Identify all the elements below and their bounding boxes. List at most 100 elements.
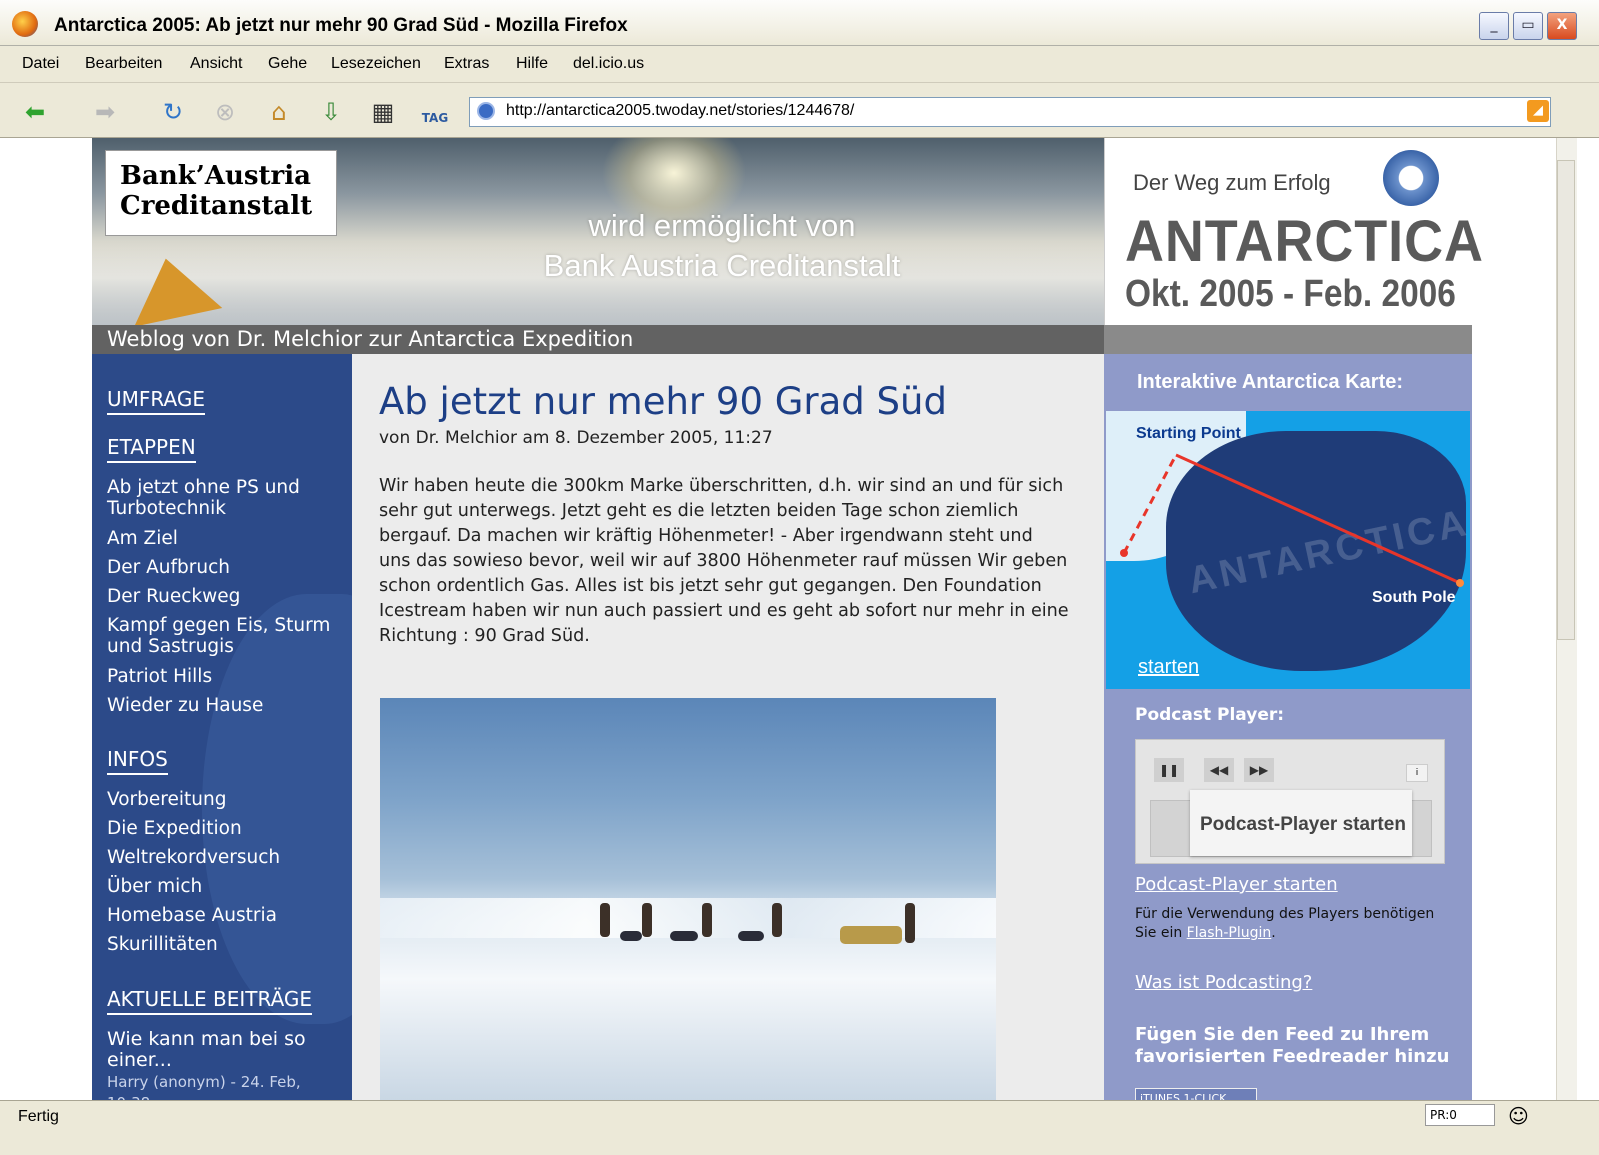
nav-item-weltrekord[interactable]: Weltrekordversuch: [107, 847, 347, 868]
rss-feed-icon[interactable]: ◢: [1527, 100, 1549, 122]
expedition-title: ANTARCTICA: [1125, 209, 1484, 274]
map-heading: Interaktive Antarctica Karte:: [1137, 371, 1404, 393]
player-start-button[interactable]: Podcast-Player starten: [1190, 790, 1412, 856]
podcast-heading: Podcast Player:: [1135, 705, 1285, 725]
recent-post-meta: Harry (anonym) - 24. Feb, 10:38: [107, 1073, 301, 1100]
right-sidebar: Interaktive Antarctica Karte: ANTARCTICA…: [1104, 354, 1472, 1100]
nav-item-kampf[interactable]: Kampf gegen Eis, Sturm und Sastrugis: [107, 615, 347, 657]
nav-heading-infos[interactable]: INFOS: [107, 747, 168, 775]
logo-line-1: Bank’Austria: [120, 161, 311, 191]
nav-item-rueckweg[interactable]: Der Rueckweg: [107, 586, 347, 607]
sponsor-text: wird ermöglicht von Bank Austria Credita…: [512, 206, 932, 286]
main-content: Ab jetzt nur mehr 90 Grad Süd von Dr. Me…: [352, 354, 1104, 1100]
nav-item-expedition[interactable]: Die Expedition: [107, 818, 347, 839]
nav-item-ohne-ps[interactable]: Ab jetzt ohne PS und Turbotechnik: [107, 477, 347, 519]
post-title[interactable]: Ab jetzt nur mehr 90 Grad Süd: [379, 380, 947, 423]
expedition-dates: Okt. 2005 - Feb. 2006: [1125, 273, 1456, 315]
map-south-pole: South Pole: [1372, 589, 1456, 606]
left-sidebar: UMFRAGE ETAPPEN Ab jetzt ohne PS und Tur…: [92, 354, 352, 1100]
menu-bar: Datei Bearbeiten Ansicht Gehe Lesezeiche…: [0, 46, 1599, 83]
map-start-link[interactable]: starten: [1138, 656, 1199, 679]
tag-icon[interactable]: TAG: [418, 101, 452, 135]
nav-heading-aktuelle[interactable]: AKTUELLE BEITRÄGE: [107, 987, 313, 1015]
expedition-emblem-icon: [1383, 150, 1439, 206]
podcast-note-text: Für die Verwendung des Players benötigen…: [1135, 906, 1435, 941]
feed-heading: Fügen Sie den Feed zu Ihrem favorisierte…: [1135, 1024, 1450, 1067]
nav-item-wieder-zu-hause[interactable]: Wieder zu Hause: [107, 695, 347, 716]
header-banner: Bank’Austria Creditanstalt wird ermöglic…: [92, 138, 1104, 325]
nav-heading-umfrage[interactable]: UMFRAGE: [107, 387, 205, 415]
sled-shape: [620, 931, 642, 941]
post-body: Wir haben heute die 300km Marke überschr…: [379, 476, 1069, 646]
what-is-podcasting-link[interactable]: Was ist Podcasting?: [1135, 972, 1312, 993]
nav-item-ueber-mich[interactable]: Über mich: [107, 876, 347, 897]
nav-item-patriot-hills[interactable]: Patriot Hills: [107, 666, 347, 687]
menu-extras[interactable]: Extras: [444, 55, 489, 73]
menu-datei[interactable]: Datei: [22, 55, 59, 73]
scrollbar-thumb[interactable]: [1557, 160, 1575, 640]
firefox-icon: [12, 11, 38, 37]
minimize-button[interactable]: _: [1479, 12, 1509, 40]
window-titlebar: Antarctica 2005: Ab jetzt nur mehr 90 Gr…: [0, 0, 1599, 46]
close-button[interactable]: X: [1547, 12, 1577, 40]
podcast-player: ❚❚ ◀◀ ▶▶ i Podcast-Player starten: [1135, 739, 1445, 864]
menu-lesezeichen[interactable]: Lesezeichen: [331, 55, 421, 73]
sled-shape: [670, 931, 698, 941]
expedition-title-panel: Der Weg zum Erfolg ANTARCTICA Okt. 2005 …: [1104, 138, 1483, 325]
player-info-icon[interactable]: i: [1406, 764, 1428, 782]
grid-icon[interactable]: ▦: [366, 95, 400, 129]
podcast-note: Für die Verwendung des Players benötigen…: [1135, 905, 1455, 943]
nav-item-vorbereitung[interactable]: Vorbereitung: [107, 789, 347, 810]
nav-item-am-ziel[interactable]: Am Ziel: [107, 528, 347, 549]
itunes-button[interactable]: iTUNES 1-CLICK: [1135, 1088, 1257, 1100]
logo-line-2: Creditanstalt: [120, 191, 313, 221]
site-identity-icon[interactable]: [477, 102, 495, 120]
sled-shape: [738, 931, 764, 941]
menu-hilfe[interactable]: Hilfe: [516, 55, 548, 73]
nav-item-aufbruch[interactable]: Der Aufbruch: [107, 557, 347, 578]
pagerank-indicator: PR:0: [1425, 1104, 1495, 1126]
pause-icon[interactable]: ❚❚: [1154, 758, 1184, 782]
bank-austria-logo[interactable]: Bank’Austria Creditanstalt: [105, 150, 337, 236]
greasemonkey-icon[interactable]: ☺: [1508, 1104, 1529, 1128]
skier-figure: [702, 903, 712, 937]
home-icon[interactable]: ⌂: [262, 95, 296, 129]
menu-ansicht[interactable]: Ansicht: [190, 55, 242, 73]
flash-plugin-link[interactable]: Flash-Plugin: [1187, 925, 1272, 941]
tagline: Der Weg zum Erfolg: [1133, 170, 1331, 195]
sponsor-line-1: wird ermöglicht von: [588, 208, 856, 243]
save-page-icon[interactable]: ⇩: [314, 95, 348, 129]
nav-item-homebase[interactable]: Homebase Austria: [107, 905, 347, 926]
menu-gehe[interactable]: Gehe: [268, 55, 307, 73]
menu-delicious[interactable]: del.icio.us: [573, 55, 644, 73]
sponsor-line-2: Bank Austria Creditanstalt: [543, 248, 901, 283]
route-line: [1120, 453, 1464, 587]
menu-bearbeiten[interactable]: Bearbeiten: [85, 55, 162, 73]
expedition-photo[interactable]: [380, 698, 996, 1100]
recent-post-link[interactable]: Wie kann man bei so einer...: [107, 1029, 347, 1071]
nav-heading-etappen[interactable]: ETAPPEN: [107, 435, 196, 463]
reload-icon[interactable]: ↻: [156, 95, 190, 129]
url-text[interactable]: http://antarctica2005.twoday.net/stories…: [506, 102, 854, 120]
stop-icon[interactable]: ⊗: [208, 95, 242, 129]
weblog-bar-right: [1104, 325, 1472, 354]
window-title: Antarctica 2005: Ab jetzt nur mehr 90 Gr…: [54, 15, 628, 36]
map-starting-point: Starting Point: [1136, 425, 1241, 442]
podcast-start-link[interactable]: Podcast-Player starten: [1135, 874, 1338, 895]
status-text: Fertig: [18, 1108, 59, 1125]
skier-figure: [772, 903, 782, 937]
status-bar: [0, 1100, 1599, 1155]
nav-item-skurillitaeten[interactable]: Skurillitäten: [107, 934, 347, 955]
weblog-bar: Weblog von Dr. Melchior zur Antarctica E…: [92, 325, 1472, 354]
rewind-icon[interactable]: ◀◀: [1204, 758, 1234, 782]
back-icon[interactable]: ⬅: [18, 95, 52, 129]
skier-figure: [600, 903, 610, 937]
forward-icon[interactable]: ➡: [88, 95, 122, 129]
restore-button[interactable]: ▭: [1513, 12, 1543, 40]
skier-figure: [642, 903, 652, 937]
post-meta: von Dr. Melchior am 8. Dezember 2005, 11…: [379, 428, 773, 448]
fast-forward-icon[interactable]: ▶▶: [1244, 758, 1274, 782]
player-start-label: Podcast-Player starten: [1200, 814, 1406, 835]
podcast-note-end: .: [1271, 925, 1276, 941]
interactive-map[interactable]: ANTARCTICA Starting Point South Pole sta…: [1106, 411, 1470, 689]
